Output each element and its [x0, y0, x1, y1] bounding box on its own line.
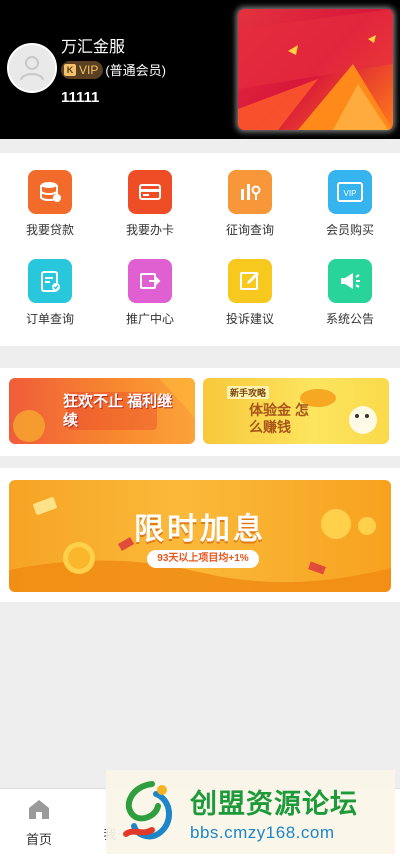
user-id: 11111: [61, 89, 100, 106]
menu-label: 征询查询: [225, 223, 274, 237]
credit-card-icon: [128, 170, 172, 214]
promo-subtitle: 93天以上项目均+1%: [147, 550, 259, 568]
banner-tag: 新手攻略: [227, 386, 270, 399]
megaphone-icon: [328, 259, 372, 303]
menu-item-credit-query[interactable]: 征询查询: [200, 170, 300, 238]
watermark: 创盟资源论坛 bbs.cmzy168.com: [106, 770, 395, 854]
menu-label: 我要贷款: [25, 223, 74, 237]
home-icon: [29, 800, 49, 819]
watermark-logo-icon: [123, 781, 172, 840]
menu-grid: 我要贷款 我要办卡 征询查询 VIP 会员购买 订单查询 推广中心 投诉建议 系…: [0, 153, 400, 346]
member-type: (普通会员): [105, 63, 167, 78]
username: 万汇金服: [61, 39, 126, 56]
hero-banner[interactable]: [238, 9, 393, 130]
menu-item-vip-buy[interactable]: VIP 会员购买: [300, 170, 400, 238]
avatar[interactable]: [7, 43, 57, 93]
menu-label: 我要办卡: [125, 223, 174, 237]
member-level: K VIP (普通会员): [61, 60, 166, 79]
banner-carnival[interactable]: 狂欢不止 福利继续: [9, 378, 195, 444]
tab-home[interactable]: 首页: [9, 797, 69, 848]
banner-carnival-text: 狂欢不止 福利继续: [63, 393, 173, 429]
menu-label: 订单查询: [25, 312, 74, 326]
vip-label: VIP: [79, 62, 99, 77]
menu-item-card[interactable]: 我要办卡: [100, 170, 200, 238]
menu-item-loan[interactable]: 我要贷款: [0, 170, 100, 238]
clipboard-check-icon: [28, 259, 72, 303]
menu-label: 投诉建议: [225, 312, 274, 326]
promo-title: 限时加息: [134, 513, 266, 546]
tab-home-label: 首页: [25, 832, 52, 847]
menu-label: 系统公告: [325, 312, 374, 326]
promo-banner[interactable]: 限时加息 93天以上项目均+1%: [9, 480, 391, 592]
menu-label: 会员购买: [325, 223, 374, 237]
vip-card-icon: VIP: [328, 170, 372, 214]
chart-search-icon: [228, 170, 272, 214]
menu-item-order[interactable]: 订单查询: [0, 259, 100, 327]
watermark-url: bbs.cmzy168.com: [190, 822, 335, 842]
menu-item-complaint[interactable]: 投诉建议: [200, 259, 300, 327]
banner-experience-text: 体验金 怎么赚钱: [249, 402, 309, 435]
user-icon: [20, 56, 44, 81]
edit-icon: [228, 259, 272, 303]
menu-item-announcement[interactable]: 系统公告: [300, 259, 400, 327]
watermark-name: 创盟资源论坛: [190, 788, 358, 819]
vip-badge: K VIP: [61, 60, 104, 79]
menu-item-promotion[interactable]: 推广中心: [100, 259, 200, 327]
profile-header: 万汇金服 K VIP (普通会员) 11111: [0, 0, 400, 139]
vip-k-icon: K: [64, 63, 76, 76]
share-icon: [128, 259, 172, 303]
database-icon: [28, 170, 72, 214]
menu-label: 推广中心: [125, 312, 174, 326]
banner-row: 狂欢不止 福利继续 新手攻略 体验金 怎么赚钱: [0, 368, 400, 456]
promo-section: 限时加息 93天以上项目均+1%: [0, 468, 400, 602]
banner-experience-gold[interactable]: 新手攻略 体验金 怎么赚钱: [203, 378, 389, 444]
svg-text:VIP: VIP: [344, 189, 357, 198]
